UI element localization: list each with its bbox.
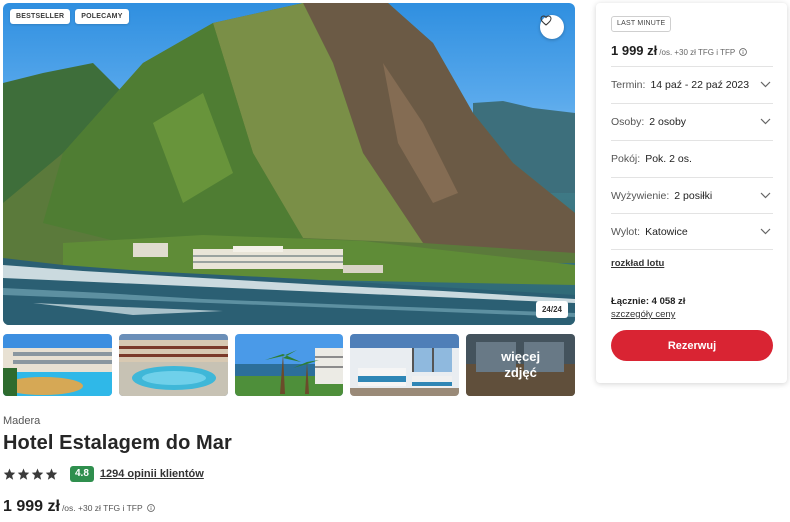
price-note: /os. +30 zł TFG i TFP <box>62 503 155 513</box>
last-minute-badge: LAST MINUTE <box>611 16 672 32</box>
thumbnail-3[interactable] <box>234 334 344 396</box>
departure-value: Katowice <box>645 225 688 238</box>
chevron-down-icon <box>760 118 771 125</box>
reviews-link[interactable]: 1294 opinii klientów <box>100 468 204 480</box>
date-value: 14 paź - 22 paź 2023 <box>650 79 750 91</box>
board-select[interactable]: Wyżywienie: 2 posiłki <box>611 177 773 214</box>
reserve-button[interactable]: Rezerwuj <box>611 330 773 361</box>
bestseller-badge: BESTSELLER <box>10 9 71 24</box>
recommended-badge: POLECAMY <box>75 9 129 24</box>
thumbnail-image <box>3 334 112 396</box>
star-icon <box>17 468 30 480</box>
thumbnail-image <box>350 334 460 396</box>
chevron-down-icon <box>760 81 771 88</box>
thumbnail-image <box>234 334 344 396</box>
room-label: Pokój: <box>611 153 641 165</box>
price-note-text: /os. +30 zł TFG i TFP <box>61 503 143 513</box>
more-photos-overlay: więcej zdjęć <box>466 334 575 396</box>
board-value: 2 posiłki <box>674 190 713 202</box>
panel-price-amount: 1 999 zł <box>611 43 658 58</box>
favorite-button[interactable] <box>540 15 564 39</box>
thumbnail-more[interactable]: więcej zdjęć <box>466 334 575 396</box>
photo-counter: 24/24 <box>535 301 568 318</box>
star-icon <box>31 468 44 480</box>
date-label: Termin: <box>611 79 646 91</box>
panel-price-note: /os. +30 zł TFG i TFP <box>659 48 748 57</box>
room-field: Pokój: Pok. 2 os. <box>611 140 773 177</box>
thumbnail-2[interactable] <box>118 334 228 396</box>
departure-select[interactable]: Wylot: Katowice <box>611 213 773 250</box>
badge-group: BESTSELLER POLECAMY <box>10 9 129 24</box>
price-details-link[interactable]: szczegóły ceny <box>611 309 675 320</box>
more-photos-label: więcej zdjęć <box>501 349 541 380</box>
hotel-title: Hotel Estalagem do Mar <box>3 432 232 454</box>
departure-label: Wylot: <box>611 225 641 238</box>
star-icon <box>45 468 58 480</box>
persons-value: 2 osoby <box>649 116 687 128</box>
hotel-price: 1 999 zł /os. +30 zł TFG i TFP <box>3 498 155 516</box>
price-amount: 1 999 zł <box>3 498 60 515</box>
thumbnail-1[interactable] <box>3 334 112 396</box>
heart-outline-icon <box>540 15 552 26</box>
board-label: Wyżywienie: <box>611 190 670 202</box>
total-price: Łącznie: 4 058 zł <box>611 296 686 307</box>
star-icon <box>3 468 16 480</box>
panel-price-note-text: /os. +30 zł TFG i TFP <box>659 48 736 57</box>
score-badge: 4.8 <box>70 466 94 482</box>
main-photo-image <box>3 3 575 325</box>
persons-select[interactable]: Osoby: 2 osoby <box>611 103 773 140</box>
thumbnail-4[interactable] <box>350 334 460 396</box>
flight-schedule-link[interactable]: rozkład lotu <box>611 258 664 269</box>
date-select[interactable]: Termin: 14 paź - 22 paź 2023 <box>611 66 773 103</box>
chevron-down-icon <box>760 192 771 199</box>
info-icon[interactable] <box>739 48 748 56</box>
room-value: Pok. 2 os. <box>645 153 692 165</box>
main-photo[interactable]: BESTSELLER POLECAMY 24/24 <box>3 3 575 325</box>
star-rating <box>3 468 58 480</box>
rating-row: 4.8 1294 opinii klientów <box>3 466 204 482</box>
thumbnail-strip: więcej zdjęć <box>3 334 575 396</box>
region-label: Madera <box>3 415 41 427</box>
info-icon[interactable] <box>147 504 155 512</box>
thumbnail-image <box>118 334 228 396</box>
panel-price: 1 999 zł /os. +30 zł TFG i TFP <box>611 43 748 58</box>
chevron-down-icon <box>760 228 771 235</box>
booking-panel: LAST MINUTE 1 999 zł /os. +30 zł TFG i T… <box>596 3 787 383</box>
persons-label: Osoby: <box>611 116 645 128</box>
